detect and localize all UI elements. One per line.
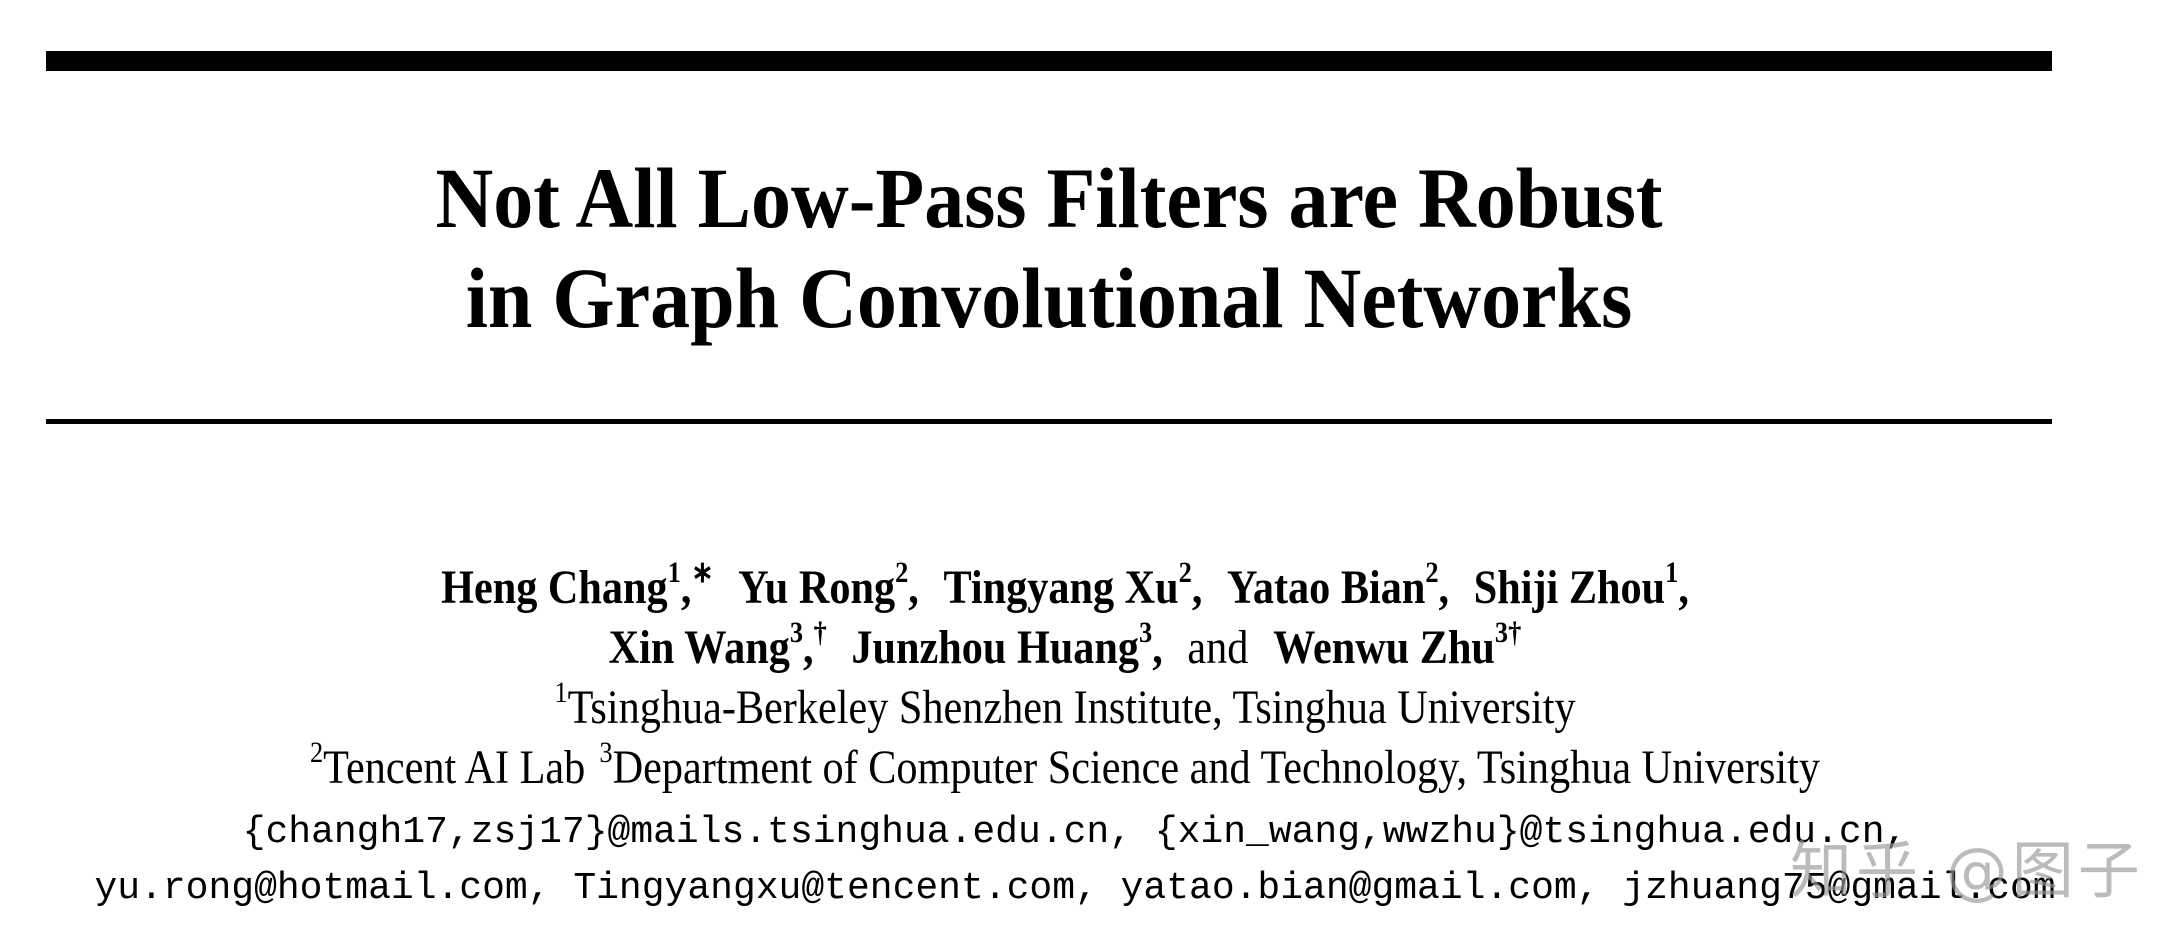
author: Yu Rong2, — [738, 556, 919, 615]
title-line-2: in Graph Convolutional Networks — [465, 250, 1633, 346]
author: Tingyang Xu2, — [943, 556, 1203, 615]
affiliation-line-2: 2Tencent AI Lab 3Department of Computer S… — [309, 736, 1820, 795]
top-rule — [46, 51, 2052, 71]
author: Heng Chang1,∗ — [441, 556, 714, 615]
title-line-1: Not All Low-Pass Filters are Robust — [435, 150, 1663, 246]
bottom-rule — [46, 419, 2052, 424]
author: Shiji Zhou1, — [1473, 556, 1689, 615]
author: Junzhou Huang3, — [851, 616, 1163, 675]
author-block: Heng Chang1,∗ Yu Rong2, Tingyang Xu2, Ya… — [128, 558, 2002, 798]
and-word: and — [1187, 621, 1249, 674]
paper-title: Not All Low-Pass Filters are Robust in G… — [116, 148, 1982, 348]
authors-line-2: Xin Wang3,† Junzhou Huang3, and Wenwu Zh… — [128, 618, 2002, 678]
affiliation-line-1: 1Tsinghua-Berkeley Shenzhen Institute, T… — [554, 676, 1576, 735]
author: Yatao Bian2, — [1227, 556, 1450, 615]
watermark: 知乎 @图子 — [1790, 834, 2144, 907]
authors-line-1: Heng Chang1,∗ Yu Rong2, Tingyang Xu2, Ya… — [128, 558, 2002, 618]
author: Xin Wang3,† — [608, 616, 827, 675]
author: Wenwu Zhu3† — [1273, 616, 1522, 675]
